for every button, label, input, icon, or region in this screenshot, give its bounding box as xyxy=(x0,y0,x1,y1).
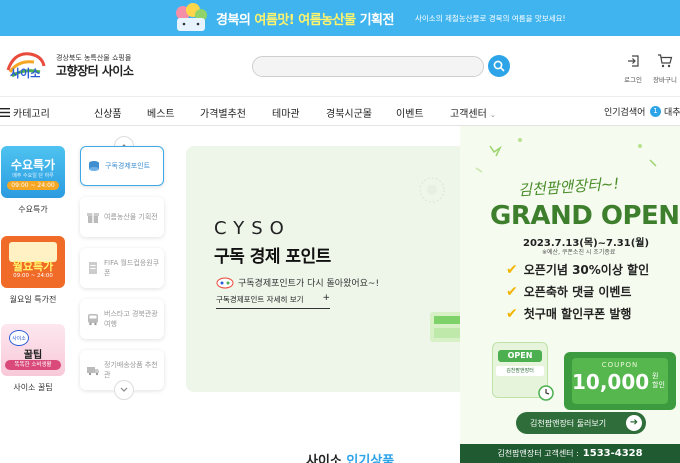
visit-gimcheon-market-button[interactable]: 김천팜앤장터 둘러보기 ➜ xyxy=(516,412,646,434)
main-nav: 카테고리 신상품 베스트 가격별추천 테마관 경북시군몰 이벤트 고객센터 ⌄ … xyxy=(0,96,680,126)
tab-worldcup-coupon[interactable]: FIFA 월드컵응원쿠폰 xyxy=(80,248,164,288)
subscription-points-detail-link[interactable]: 구독경제포인트 자세히 보기 + xyxy=(216,293,330,309)
menu-icon xyxy=(0,108,10,117)
category-menu[interactable]: 카테고리 xyxy=(0,105,50,120)
monday-deal-card: 월요특가 09:00 ~ 24:00 xyxy=(1,236,65,288)
nav-new-products[interactable]: 신상품 xyxy=(94,105,122,120)
nav-events[interactable]: 이벤트 xyxy=(396,105,424,120)
cart-icon xyxy=(658,54,673,68)
login-button[interactable]: 로그인 xyxy=(618,53,648,84)
coupon-amount: 10,000 xyxy=(572,370,650,394)
nav-best[interactable]: 베스트 xyxy=(147,105,175,120)
coupon-card: COUPON 10,000 원 할인 xyxy=(564,352,676,410)
cart-button[interactable]: 장바구니 xyxy=(650,53,680,84)
popup-benefit: ✔ 첫구매 할인쿠폰 발행 xyxy=(506,305,632,322)
check-icon: ✔ xyxy=(506,305,518,322)
popular-search-word[interactable]: 대추 xyxy=(664,105,680,118)
popup-benefit: ✔ 오픈기념 30%이상 할인 xyxy=(506,261,650,278)
gift-icon xyxy=(87,213,99,223)
popup-benefit: ✔ 오픈축하 댓글 이벤트 xyxy=(506,283,632,300)
banner-title: 경북의 여름맛! 여름농산물 기획전 xyxy=(216,13,394,28)
login-label: 로그인 xyxy=(624,76,642,84)
saiso-mini-logo-icon xyxy=(216,277,234,288)
cart-label: 장바구니 xyxy=(653,76,677,84)
document-icon xyxy=(89,262,97,274)
svg-text:사이소: 사이소 xyxy=(10,66,40,80)
chevron-down-icon xyxy=(120,387,128,392)
quick-saiso-tips[interactable]: 사이소 꿀팁 똑똑한 소비생활 사이소 꿀팁 xyxy=(0,324,66,393)
popup-grand-open: GRAND OPEN xyxy=(490,201,680,231)
popular-products-heading: 사이소 인기상품 xyxy=(306,454,395,463)
nav-customer-center[interactable]: 고객센터 ⌄ xyxy=(450,105,496,120)
check-icon: ✔ xyxy=(506,283,518,300)
logo-title[interactable]: 고향장터 사이소 xyxy=(56,62,134,79)
tab-bus-tour[interactable]: 버스타고 경북관광 여행 xyxy=(80,299,164,339)
coupon-label: COUPON xyxy=(601,361,639,369)
search-icon xyxy=(493,60,505,72)
coupon-unit: 원 할인 xyxy=(652,372,665,389)
quick-wednesday-deal[interactable]: 수요특가 매주 수요일 단 하루 09:00 ~ 24:00 수요특가 xyxy=(0,146,66,215)
promo-tab-list: 구독경제포인트 여름농산물 기획전 FIFA 월드컵응원쿠폰 버스타고 경북관광… xyxy=(78,134,168,402)
coin-stack-icon xyxy=(89,161,99,171)
left-quick-menu: 수요특가 매주 수요일 단 하루 09:00 ~ 24:00 수요특가 월요특가… xyxy=(0,128,72,463)
arrow-right-icon: ➜ xyxy=(626,415,642,431)
quick-monday-deal[interactable]: 월요특가 09:00 ~ 24:00 월요일 특가전 xyxy=(0,236,66,305)
sparkle-decoration xyxy=(419,177,445,203)
bus-icon xyxy=(88,314,98,326)
alarm-clock-icon xyxy=(538,385,554,401)
banner-description: 구독경제포인트가 다시 돌아왔어요~! xyxy=(216,276,379,289)
search-button[interactable] xyxy=(488,55,510,77)
fruit-basket-icon xyxy=(176,3,207,31)
nav-gyeongbuk-malls[interactable]: 경북시군몰 xyxy=(326,105,372,120)
chevron-down-icon: ⌄ xyxy=(490,111,496,119)
tab-label: 구독경제포인트 xyxy=(105,162,151,170)
quick-label: 수요특가 xyxy=(18,205,48,214)
wednesday-deal-card: 수요특가 매주 수요일 단 하루 09:00 ~ 24:00 xyxy=(1,146,65,198)
banner-main-title: 구독 경제 포인트 xyxy=(214,247,331,267)
tab-label: 여름농산물 기획전 xyxy=(104,213,158,221)
saiso-tips-card: 사이소 꿀팁 똑똑한 소비생활 xyxy=(1,324,65,376)
tab-label: 버스타고 경북관광 여행 xyxy=(104,310,158,328)
check-icon: ✔ xyxy=(506,261,518,278)
tabs-down-button[interactable] xyxy=(114,380,134,400)
search-input[interactable] xyxy=(253,60,483,80)
popup-customer-center: 김천팜앤장터 고객센터 :1533-4328 xyxy=(460,444,680,463)
nav-by-price[interactable]: 가격별추천 xyxy=(200,105,246,120)
quick-label: 월요일 특가전 xyxy=(9,295,57,304)
nav-theme[interactable]: 테마관 xyxy=(272,105,300,120)
popular-rank-badge: 1 xyxy=(650,106,661,117)
quick-label: 사이소 꿀팁 xyxy=(13,383,53,392)
category-label: 카테고리 xyxy=(13,109,50,120)
saiso-logo[interactable]: 사이소 xyxy=(4,48,48,82)
search-box[interactable] xyxy=(252,56,484,80)
cyso-wordmark: CYSO xyxy=(214,218,291,239)
tab-label: 정기배송상품 추천관 xyxy=(104,361,158,379)
popular-search-label: 인기검색어 xyxy=(604,108,646,118)
truck-icon xyxy=(87,367,99,376)
top-banner[interactable]: 경북의 여름맛! 여름농산물 기획전 사이소의 제철농산물로 경북의 여름을 맛… xyxy=(0,0,680,36)
tab-label: FIFA 월드컵응원쿠폰 xyxy=(104,259,160,277)
plus-icon: + xyxy=(322,293,330,303)
subscription-points-banner[interactable]: CYSO 구독 경제 포인트 구독경제포인트가 다시 돌아왔어요~! 구독경제포… xyxy=(186,146,486,392)
store-illustration: OPEN 김천팜앤장터 xyxy=(492,332,554,408)
banner-subtitle: 사이소의 제철농산물로 경북의 여름을 맛보세요! xyxy=(415,14,566,23)
popup-note: ※예산, 쿠폰소진 시 조기종료 xyxy=(542,249,616,256)
tab-subscription-points[interactable]: 구독경제포인트 xyxy=(80,146,164,186)
tab-summer-produce[interactable]: 여름농산물 기획전 xyxy=(80,197,164,237)
gimcheon-grand-open-popup[interactable]: 김천팜앤장터~! GRAND OPEN 2023.7.13(목)~7.31(월)… xyxy=(460,126,680,463)
login-icon xyxy=(628,55,639,67)
